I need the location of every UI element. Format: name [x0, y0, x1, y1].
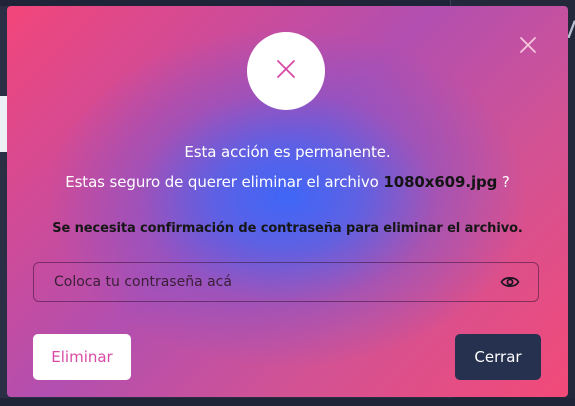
delete-file-modal: Esta acción es permanente. Estas seguro …	[7, 6, 568, 397]
password-input[interactable]	[54, 263, 494, 301]
close-icon[interactable]	[519, 36, 537, 54]
background-bottom-bar	[0, 398, 575, 406]
x-icon	[275, 58, 297, 84]
delete-button[interactable]: Eliminar	[33, 334, 131, 380]
file-name: 1080x609.jpg	[383, 173, 498, 191]
delete-question-prefix: Estas seguro de querer eliminar el archi…	[65, 173, 384, 191]
status-circle	[247, 32, 325, 110]
password-field	[33, 262, 539, 302]
close-button[interactable]: Cerrar	[455, 334, 541, 380]
password-confirmation-note: Se necesita confirmación de contraseña p…	[52, 221, 523, 236]
permanent-warning-text: Esta acción es permanente.	[184, 143, 391, 161]
eye-icon[interactable]	[500, 273, 520, 291]
delete-question: Estas seguro de querer eliminar el archi…	[7, 173, 568, 191]
delete-question-suffix: ?	[497, 173, 510, 191]
